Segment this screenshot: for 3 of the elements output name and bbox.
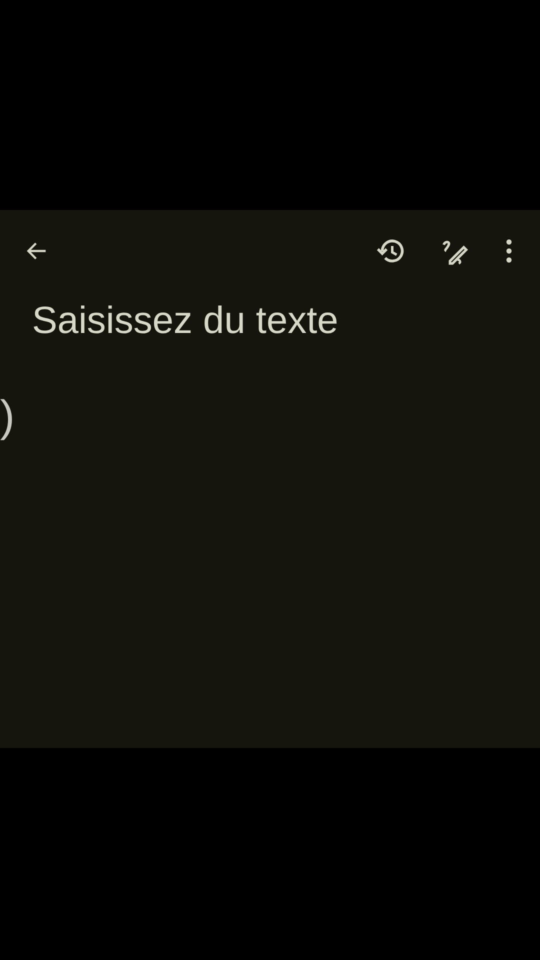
edge-mark: ) (0, 395, 15, 439)
more-vertical-icon (504, 238, 514, 264)
note-input-field[interactable]: Saisissez du texte (32, 300, 512, 343)
